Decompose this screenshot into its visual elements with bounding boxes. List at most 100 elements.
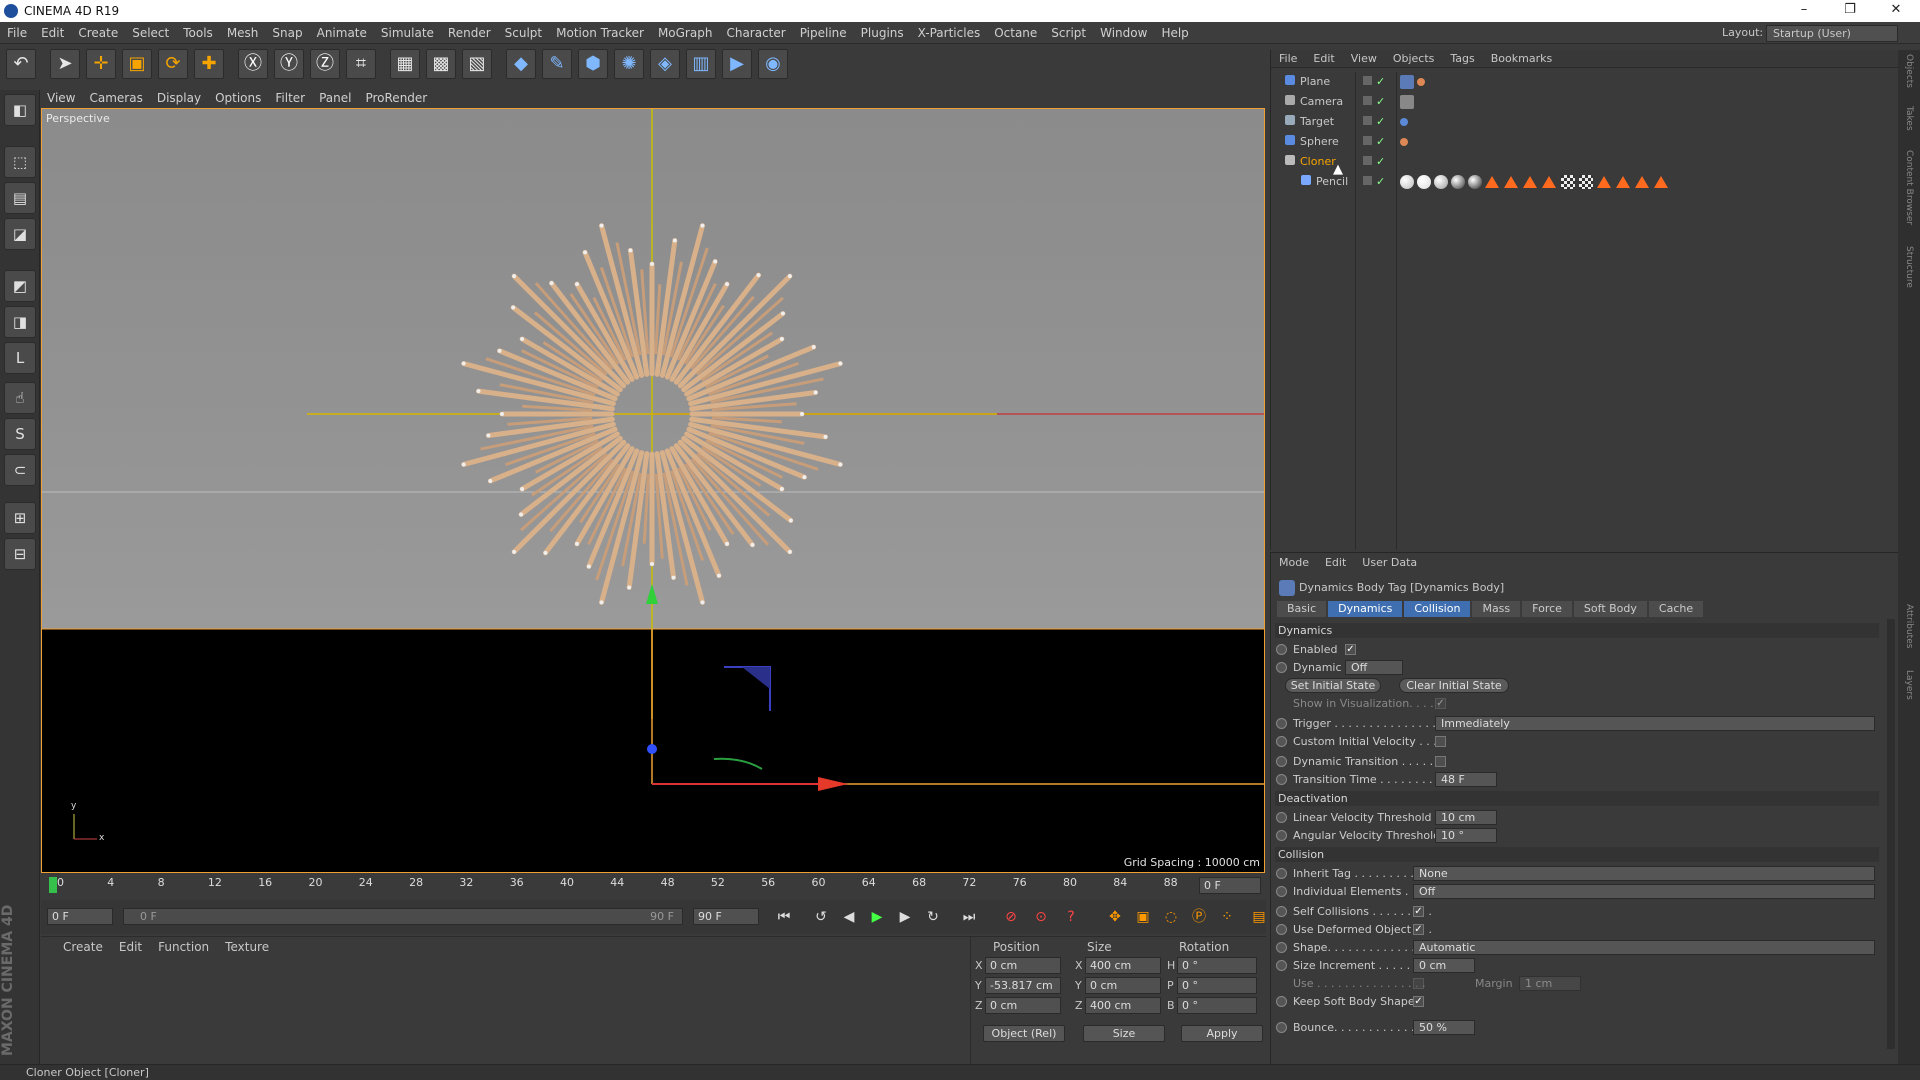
model-mode-icon[interactable]: ◧	[4, 94, 36, 126]
menu-animate[interactable]: Animate	[310, 22, 374, 40]
side-tab-attributes[interactable]: Attributes	[1904, 604, 1914, 648]
om-menu-file[interactable]: File	[1271, 50, 1305, 65]
attr-menu-user-data[interactable]: User Data	[1354, 553, 1425, 569]
polygon-selection-tag-icon[interactable]	[1654, 176, 1668, 188]
rotate-icon[interactable]: ⟳	[158, 49, 188, 79]
material-menu-function[interactable]: Function	[150, 937, 217, 954]
menu-mograph[interactable]: MoGraph	[651, 22, 720, 40]
start-frame-field[interactable]: 0 F	[47, 908, 113, 925]
y-axis-icon[interactable]: Ⓨ	[274, 49, 304, 79]
playhead-marker[interactable]	[49, 877, 57, 893]
selection-tag-icon[interactable]	[1542, 176, 1556, 188]
viewport[interactable]: y x Perspective Grid Spacing : 10000 cm	[41, 108, 1265, 873]
coord-size-2[interactable]: 400 cm	[1085, 997, 1161, 1014]
checker-tag-icon[interactable]	[1561, 175, 1575, 189]
material-menu-create[interactable]: Create	[55, 937, 111, 954]
dynamic-dropdown[interactable]: Off	[1345, 660, 1403, 675]
cube-icon[interactable]: ◆	[506, 49, 536, 79]
texture-mode-icon[interactable]: ⬚	[4, 146, 36, 178]
enabled-checkbox[interactable]: ✓	[1345, 644, 1356, 655]
polygon-selection-tag-icon[interactable]	[1616, 176, 1630, 188]
om-menu-bookmarks[interactable]: Bookmarks	[1483, 50, 1560, 65]
timeline-icon[interactable]: ▤	[1247, 905, 1271, 929]
side-tab-takes[interactable]: Takes	[1904, 106, 1914, 131]
material-menu-edit[interactable]: Edit	[111, 937, 150, 954]
snap-icon[interactable]: ⊂	[4, 454, 36, 486]
object-flags[interactable]: ✓	[1357, 92, 1396, 112]
viewport-menu-view[interactable]: View	[40, 88, 82, 105]
coord-size-1[interactable]: 0 cm	[1085, 977, 1161, 994]
dynamic-transition-checkbox[interactable]	[1435, 756, 1446, 767]
clear-initial-state-button[interactable]: Clear Initial State	[1399, 678, 1509, 693]
coordinate-mode-dropdown[interactable]: Object (Rel)	[983, 1025, 1065, 1042]
object-row-target[interactable]: Target	[1271, 112, 1355, 132]
viewport-menu-filter[interactable]: Filter	[268, 88, 312, 105]
viewport-menu-options[interactable]: Options	[208, 88, 268, 105]
coord-rot-2[interactable]: 0 °	[1177, 997, 1257, 1014]
object-row-sphere[interactable]: Sphere	[1271, 132, 1355, 152]
side-tab-layers[interactable]: Layers	[1904, 670, 1914, 700]
object-flags[interactable]: ✓	[1357, 112, 1396, 132]
menu-plugins[interactable]: Plugins	[854, 22, 911, 40]
menu-pipeline[interactable]: Pipeline	[793, 22, 854, 40]
tab-mass[interactable]: Mass	[1472, 601, 1521, 617]
menu-window[interactable]: Window	[1093, 22, 1154, 40]
current-frame-field[interactable]: 0 F	[1199, 877, 1261, 894]
workplane-lock-icon[interactable]: ⊞	[4, 502, 36, 534]
tab-force[interactable]: Force	[1522, 601, 1572, 617]
menu-motion-tracker[interactable]: Motion Tracker	[549, 22, 651, 40]
attr-menu-edit[interactable]: Edit	[1317, 553, 1354, 569]
key-scale-icon[interactable]: ▣	[1131, 905, 1155, 929]
inherit-tag-dropdown[interactable]: None	[1413, 866, 1875, 881]
play-icon[interactable]: ▶	[865, 905, 889, 929]
camera-icon[interactable]: ▶	[722, 49, 752, 79]
x-axis-icon[interactable]: Ⓧ	[238, 49, 268, 79]
individual-elements-dropdown[interactable]: Off	[1413, 884, 1875, 899]
angular-velocity-field[interactable]: 10 °	[1435, 828, 1497, 843]
menu-edit[interactable]: Edit	[34, 22, 71, 40]
coord-rot-1[interactable]: 0 °	[1177, 977, 1257, 994]
side-tab-objects[interactable]: Objects	[1904, 54, 1914, 88]
polygon-selection-tag-icon[interactable]	[1635, 176, 1649, 188]
next-frame-icon[interactable]: ▶	[893, 905, 917, 929]
deformed-object-checkbox[interactable]: ✓	[1413, 924, 1424, 935]
key-parameter-icon[interactable]: Ⓟ	[1187, 905, 1211, 929]
polygons-mode-icon[interactable]: ◨	[4, 306, 36, 338]
tab-collision[interactable]: Collision	[1404, 601, 1471, 617]
autokey-icon[interactable]: ⊙	[1029, 905, 1053, 929]
menu-sculpt[interactable]: Sculpt	[498, 22, 549, 40]
close-button[interactable]: ✕	[1876, 2, 1916, 20]
deformer-icon[interactable]: ◈	[650, 49, 680, 79]
end-frame-field[interactable]: 90 F	[693, 908, 759, 925]
menu-simulate[interactable]: Simulate	[374, 22, 441, 40]
coord-pos-2[interactable]: 0 cm	[985, 997, 1061, 1014]
coordinate-system-icon[interactable]: ⌗	[346, 49, 376, 79]
polygon-selection-tag-icon[interactable]	[1597, 176, 1611, 188]
om-menu-objects[interactable]: Objects	[1385, 50, 1443, 65]
next-key-icon[interactable]: ↻	[921, 905, 945, 929]
coord-rot-0[interactable]: 0 °	[1177, 957, 1257, 974]
object-flags[interactable]: ✓	[1357, 132, 1396, 152]
attribute-scrollbar[interactable]	[1887, 619, 1895, 1049]
size-mode-dropdown[interactable]: Size	[1083, 1025, 1165, 1042]
selection-tag-icon[interactable]	[1485, 176, 1499, 188]
menu-mesh[interactable]: Mesh	[220, 22, 266, 40]
previous-frame-icon[interactable]: ◀	[837, 905, 861, 929]
tab-cache[interactable]: Cache	[1648, 601, 1704, 617]
pen-icon[interactable]: ✎	[542, 49, 572, 79]
bounce-field[interactable]: 50 %	[1413, 1020, 1475, 1035]
trigger-dropdown[interactable]: Immediately	[1435, 716, 1875, 731]
object-flags[interactable]: ✓	[1357, 72, 1396, 92]
light-icon[interactable]: ◉	[758, 49, 788, 79]
menu-character[interactable]: Character	[719, 22, 792, 40]
material-menu-texture[interactable]: Texture	[217, 937, 277, 954]
menu-select[interactable]: Select	[125, 22, 176, 40]
maximize-button[interactable]: ❐	[1830, 2, 1870, 20]
om-menu-edit[interactable]: Edit	[1305, 50, 1342, 65]
timeline-ruler[interactable]: 0 4 8 12 16 20 24 28 32 36 40 44 48 52 56 60 64 68 72 76 80 8…	[41, 874, 1266, 898]
axis-mode-icon[interactable]: L	[4, 342, 36, 374]
use-margin-checkbox[interactable]	[1413, 978, 1424, 989]
margin-field[interactable]: 1 cm	[1519, 976, 1581, 991]
floor-icon[interactable]: ▥	[686, 49, 716, 79]
selection-tag-icon[interactable]	[1523, 176, 1537, 188]
